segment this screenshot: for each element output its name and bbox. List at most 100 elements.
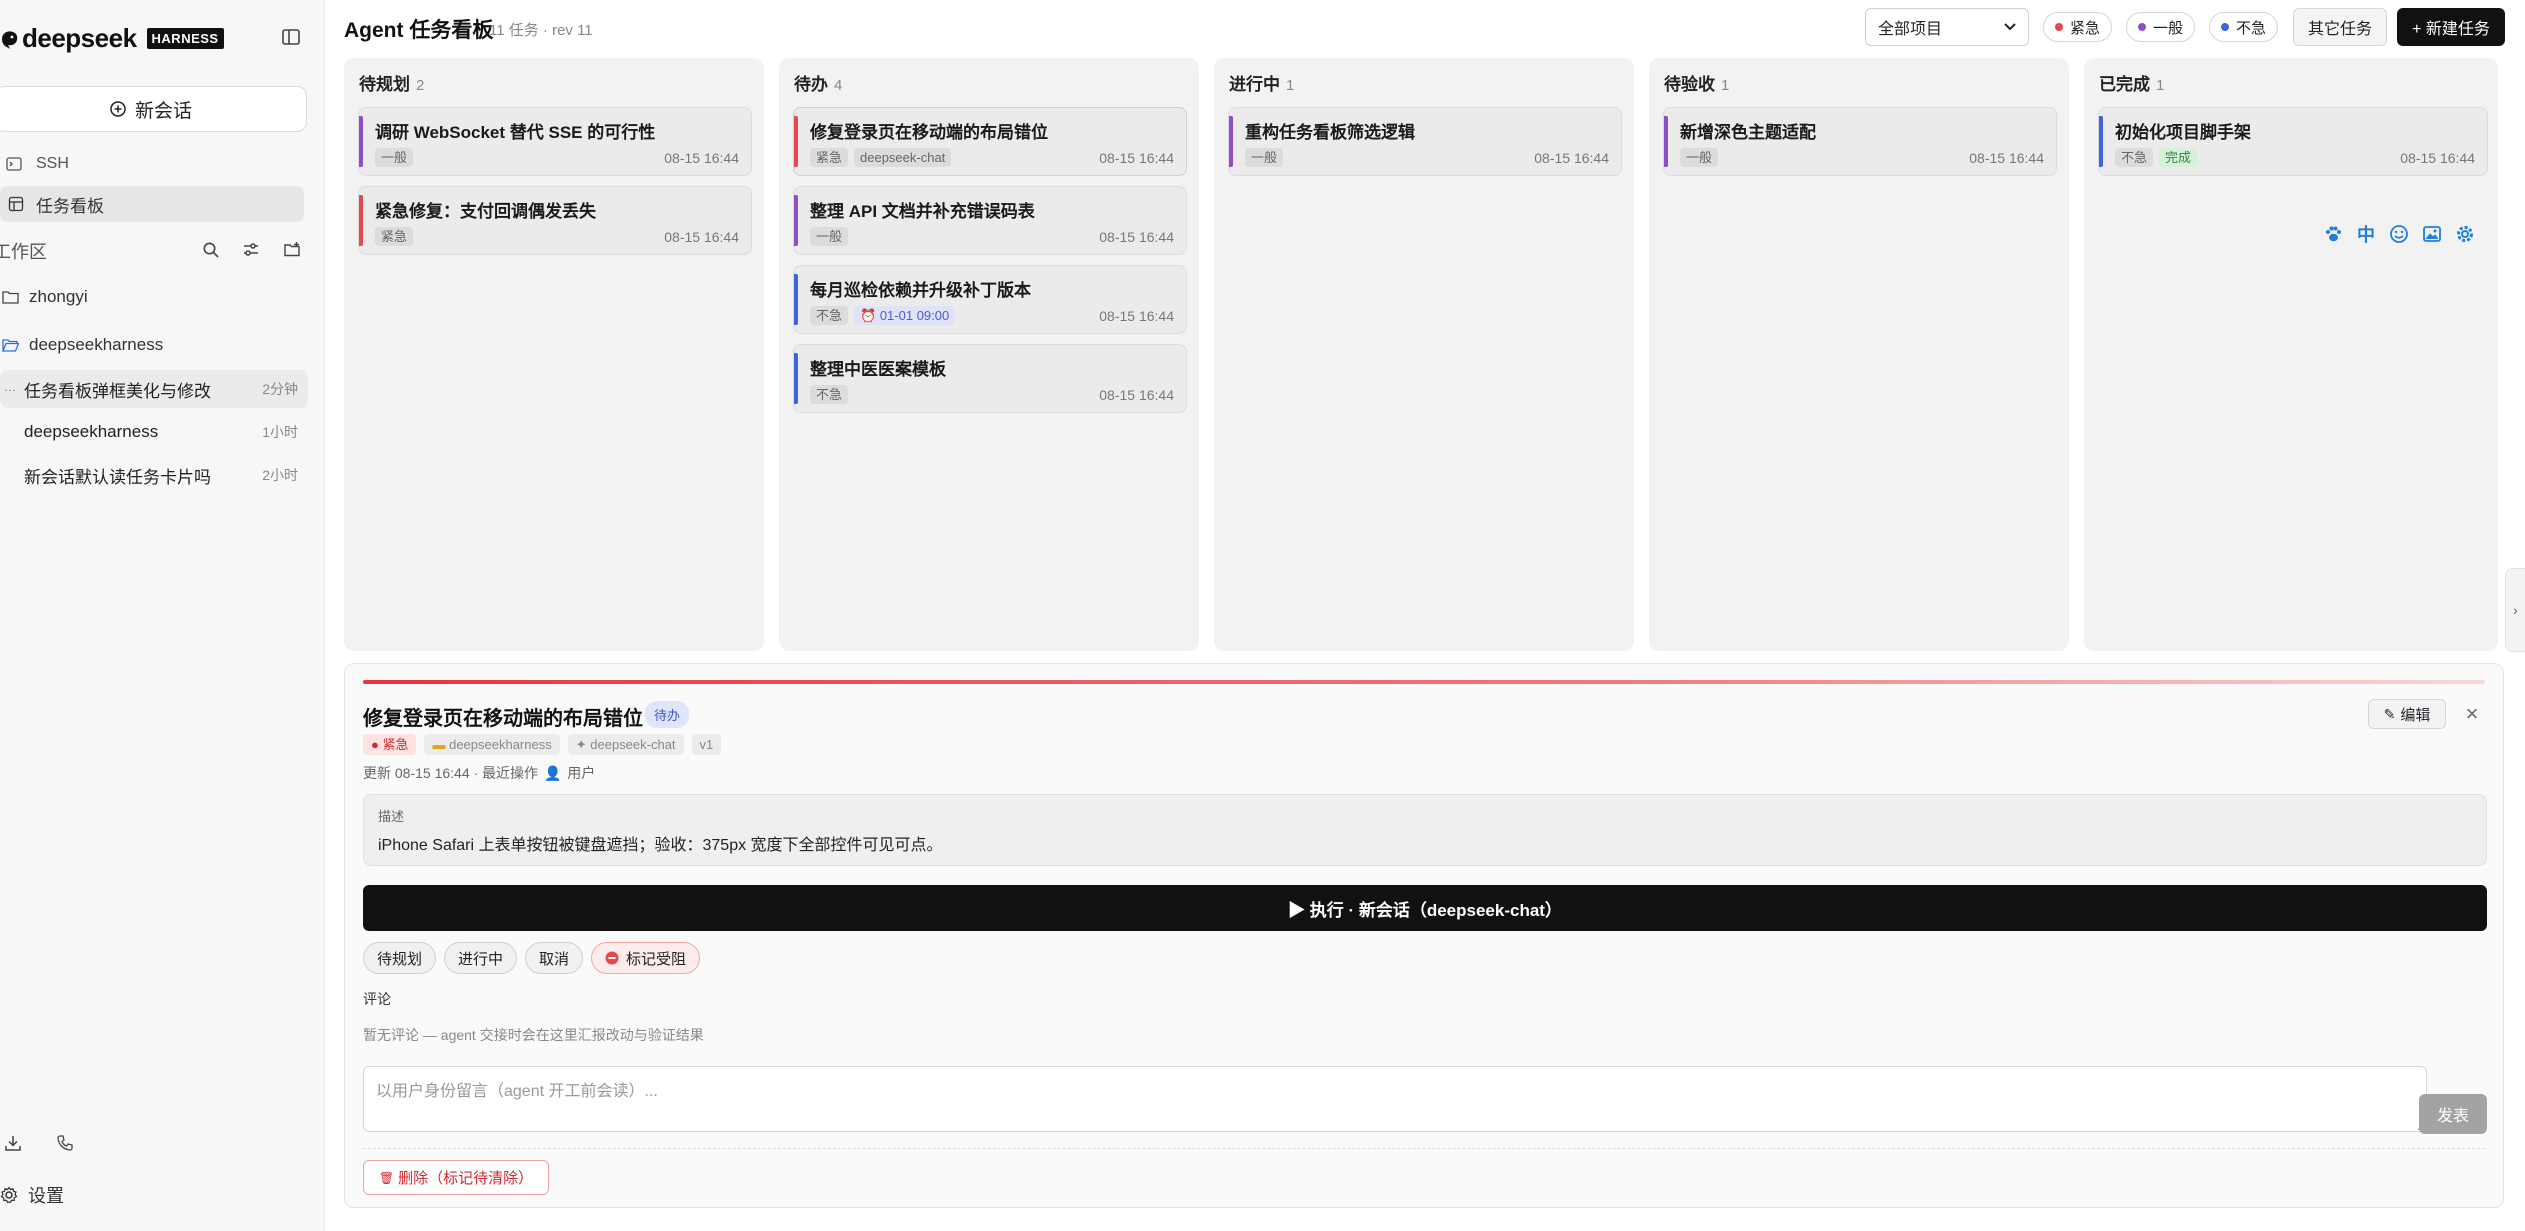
language-toggle[interactable]: 中	[2354, 222, 2378, 246]
task-date: 08-15 16:44	[1099, 387, 1174, 403]
detail-meta: 更新 08-15 16:44 · 最近操作 👤 用户	[363, 763, 595, 783]
kanban-column: 待规划 2 调研 WebSocket 替代 SSE 的可行性 一般 08-15 1…	[344, 58, 764, 651]
session-time: 2分钟	[262, 381, 298, 397]
column-name: 已完成	[2099, 75, 2150, 94]
folder-open-icon	[2, 339, 19, 352]
priority-filter-urgent[interactable]: 紧急	[2043, 12, 2113, 42]
edit-button[interactable]: ✎ 编辑	[2368, 699, 2446, 729]
task-date: 08-15 16:44	[2400, 150, 2475, 166]
folder-icon	[2, 291, 19, 304]
delete-label: 删除（标记待清除）	[398, 1170, 534, 1187]
column-count: 1	[1721, 77, 1730, 94]
whale-logo-icon	[2, 31, 18, 49]
paw-icon[interactable]	[2321, 222, 2345, 246]
move-to-in-progress-button[interactable]: 进行中	[444, 942, 518, 974]
other-tasks-button[interactable]: 其它任务	[2293, 8, 2387, 46]
column-header: 待规划 2	[359, 70, 424, 95]
task-title: 每月巡检依赖并升级补丁版本	[810, 281, 1031, 300]
session-item[interactable]: 新会话默认读任务卡片吗 2小时	[0, 456, 308, 494]
task-card[interactable]: 初始化项目脚手架 不急 完成 08-15 16:44	[2098, 107, 2488, 176]
description-label: 描述	[378, 809, 405, 824]
task-title: 紧急修复：支付回调偶发丢失	[375, 202, 596, 221]
move-to-planning-button[interactable]: 待规划	[363, 942, 437, 974]
column-name: 进行中	[1229, 75, 1280, 94]
phone-icon[interactable]	[52, 1130, 78, 1156]
new-chat-label: 新会话	[134, 100, 192, 122]
plus-circle-icon	[110, 101, 126, 117]
task-title: 修复登录页在移动端的布局错位	[810, 123, 1048, 142]
folder-item[interactable]: zhongyi	[2, 287, 88, 307]
trash-icon: 🗑	[378, 1170, 395, 1185]
column-name: 待规划	[359, 75, 410, 94]
task-card[interactable]: 每月巡检依赖并升级补丁版本 不急 ⏰ 01-01 09:00 08-15 16:…	[793, 265, 1187, 334]
priority-bar	[1664, 116, 1668, 167]
sidebar-item-ssh[interactable]: SSH	[6, 152, 69, 176]
page-title: Agent 任务看板	[344, 19, 494, 42]
comments-empty-text: 暂无评论 — agent 交接时会在这里汇报改动与验证结果	[363, 1027, 704, 1043]
floating-toolbar: 中	[2321, 222, 2477, 246]
kanban-column: 已完成 1 初始化项目脚手架 不急 完成 08-15 16:44	[2084, 58, 2498, 651]
column-name: 待验收	[1664, 75, 1715, 94]
post-comment-button[interactable]: 发表	[2419, 1094, 2487, 1134]
alarm-icon: ⏰	[860, 308, 877, 323]
task-card[interactable]: 整理中医医案模板 不急 08-15 16:44	[793, 344, 1187, 413]
sidebar-item-kanban[interactable]: 任务看板	[0, 186, 304, 222]
harness-badge: HARNESS	[146, 27, 224, 49]
priority-bar	[794, 195, 798, 246]
delete-task-button[interactable]: 🗑 删除（标记待清除）	[363, 1160, 549, 1195]
settings-label: 设置	[28, 1186, 64, 1206]
project-name: deepseekharness	[449, 737, 552, 752]
filter-sliders-icon[interactable]	[239, 238, 263, 262]
task-date: 08-15 16:44	[664, 229, 739, 245]
priority-filter-normal[interactable]: 一般	[2126, 12, 2196, 42]
close-icon[interactable]: ×	[2459, 701, 2485, 727]
priority-tag: 一般	[810, 227, 849, 246]
search-icon[interactable]	[199, 238, 223, 262]
priority-bar	[794, 116, 798, 167]
sidebar-toggle-button[interactable]	[278, 24, 304, 50]
priority-bar	[794, 274, 798, 325]
task-title: 初始化项目脚手架	[2115, 123, 2251, 142]
project-select[interactable]: 全部项目	[1865, 8, 2029, 46]
priority-dot	[2221, 23, 2229, 31]
session-item[interactable]: deepseekharness 1小时	[0, 413, 308, 451]
chevron-down-icon	[2004, 23, 2016, 31]
task-card[interactable]: 修复登录页在移动端的布局错位 紧急 deepseek-chat 08-15 16…	[793, 107, 1187, 176]
new-chat-button[interactable]: 新会话	[0, 86, 307, 132]
download-icon[interactable]	[0, 1130, 26, 1156]
task-card[interactable]: 新增深色主题适配 一般 08-15 16:44	[1663, 107, 2057, 176]
task-card[interactable]: 调研 WebSocket 替代 SSE 的可行性 一般 08-15 16:44	[358, 107, 752, 176]
priority-tag: 不急	[810, 385, 849, 404]
task-card[interactable]: 紧急修复：支付回调偶发丢失 紧急 08-15 16:44	[358, 186, 752, 255]
session-item[interactable]: … 任务看板弹框美化与修改 2分钟	[0, 370, 308, 408]
sidebar-toggle-icon	[282, 29, 300, 45]
image-icon[interactable]	[2420, 222, 2444, 246]
column-header: 待验收 1	[1664, 70, 1729, 95]
session-title: deepseekharness	[24, 422, 159, 441]
priority-filter-low[interactable]: 不急	[2209, 12, 2279, 42]
task-card[interactable]: 整理 API 文档并补充错误码表 一般 08-15 16:44	[793, 186, 1187, 255]
task-detail-panel: 修复登录页在移动端的布局错位 待办 ✎ 编辑 × ● 紧急 ▬ deepseek…	[344, 663, 2504, 1208]
priority-tag: ● 紧急	[363, 734, 417, 755]
column-count: 1	[1286, 77, 1295, 94]
emoji-icon[interactable]	[2387, 222, 2411, 246]
status-actions: 待规划 进行中 取消 标记受阻	[363, 942, 701, 974]
priority-bar	[359, 195, 363, 246]
mark-blocked-button[interactable]: 标记受阻	[591, 942, 701, 974]
priority-tag: 紧急	[375, 227, 414, 246]
new-folder-icon[interactable]	[280, 238, 304, 262]
task-card[interactable]: 重构任务看板筛选逻辑 一般 08-15 16:44	[1228, 107, 1622, 176]
right-panel-toggle[interactable]: ›	[2505, 568, 2525, 652]
comment-input[interactable]	[363, 1066, 2427, 1132]
logo: deepseek HARNESS	[0, 20, 224, 56]
project-tag: ▬ deepseekharness	[424, 734, 560, 755]
folder-item[interactable]: deepseekharness	[2, 335, 163, 355]
cancel-task-button[interactable]: 取消	[525, 942, 584, 974]
description-box: 描述 iPhone Safari 上表单按钮被键盘遮挡；验收：375px 宽度下…	[363, 794, 2487, 866]
gear-icon[interactable]	[2453, 222, 2477, 246]
done-tag: 完成	[2159, 148, 2198, 167]
new-task-button[interactable]: + 新建任务	[2397, 8, 2505, 46]
run-new-session-button[interactable]: ▶ 执行 · 新会话（deepseek-chat）	[363, 885, 2487, 931]
settings-button[interactable]: 设置	[0, 1182, 64, 1208]
sparkle-icon: ✦	[575, 737, 587, 752]
